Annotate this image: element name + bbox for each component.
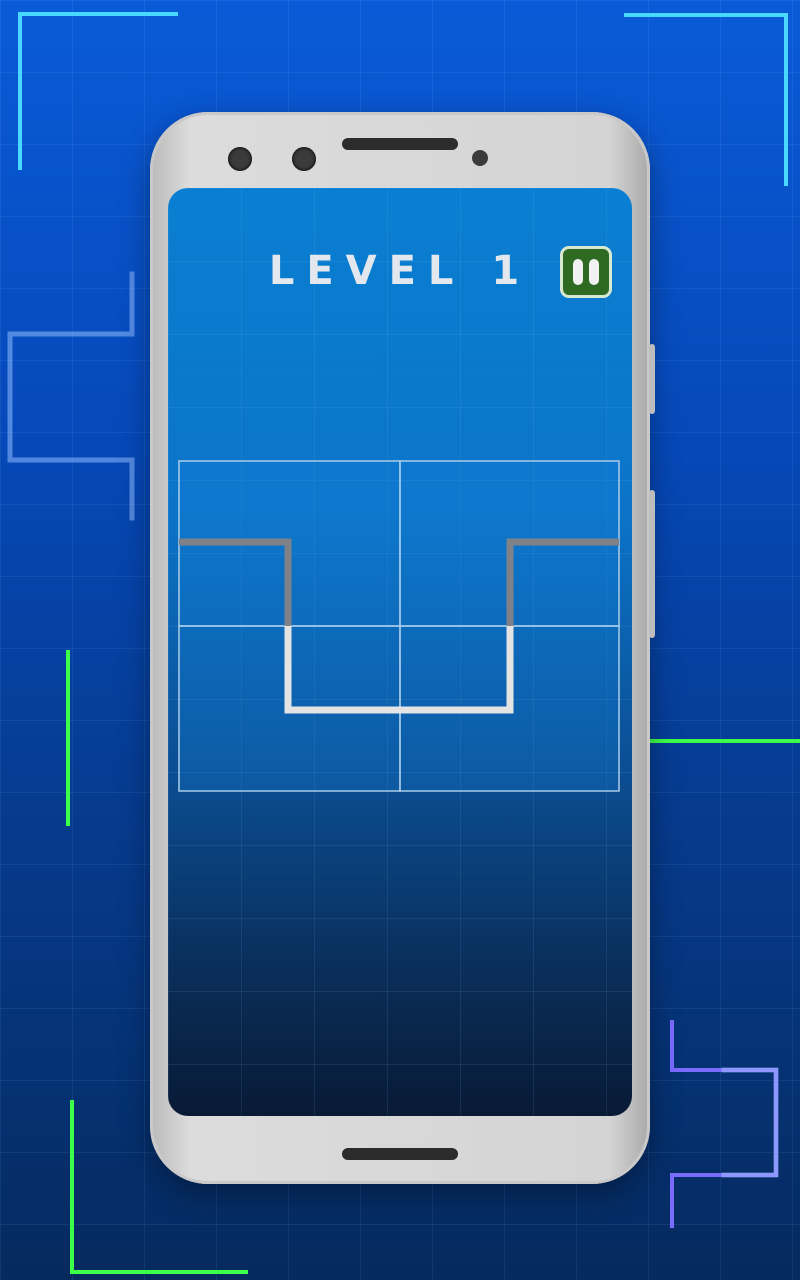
board-tiles — [178, 460, 620, 792]
pale-bracket-bottom-right — [721, 1067, 779, 1178]
proximity-sensor — [472, 150, 488, 166]
game-screen: LEVEL 1 — [168, 188, 632, 1116]
pale-bracket-left — [7, 271, 135, 521]
pause-icon — [589, 259, 599, 285]
pause-button[interactable] — [560, 246, 612, 298]
cyan-corner-top-right — [624, 13, 788, 186]
phone-side-button-lower — [649, 490, 655, 638]
cyan-corner-top-left — [18, 12, 178, 170]
puzzle-board — [178, 460, 620, 792]
pause-icon — [573, 259, 583, 285]
phone-frame: LEVEL 1 — [150, 112, 655, 1184]
bottom-speaker — [342, 1148, 458, 1160]
earpiece-speaker — [342, 138, 458, 150]
purple-bracket-bottom-right — [670, 1020, 778, 1228]
front-camera-icon — [292, 147, 316, 171]
phone-side-button-upper — [649, 344, 655, 414]
front-camera-icon — [228, 147, 252, 171]
